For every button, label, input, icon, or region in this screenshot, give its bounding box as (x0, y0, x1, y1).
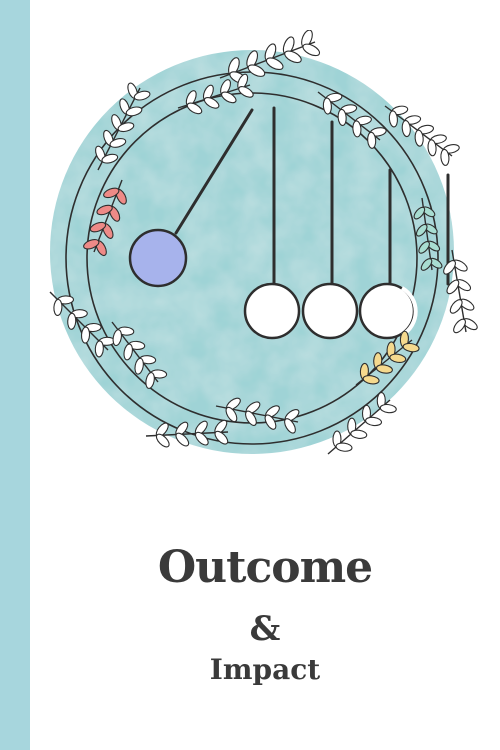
cover-title: Outcome (157, 542, 373, 593)
leaf (365, 416, 383, 427)
resting-ball (243, 282, 301, 340)
cover-subtitle: Impact (209, 653, 321, 686)
swinging-ball (128, 228, 188, 288)
cover-ampersand: & (249, 609, 281, 649)
leaf (302, 43, 321, 57)
side-stripe (0, 0, 30, 750)
leaf (53, 298, 63, 317)
leaf (94, 340, 104, 358)
leaf (67, 312, 77, 330)
leaf (350, 429, 368, 439)
leaf (335, 442, 353, 452)
newtons-cradle-wreath-icon (49, 30, 478, 455)
leaf (379, 403, 397, 414)
resting-ball (301, 282, 359, 340)
leaf (80, 326, 91, 344)
